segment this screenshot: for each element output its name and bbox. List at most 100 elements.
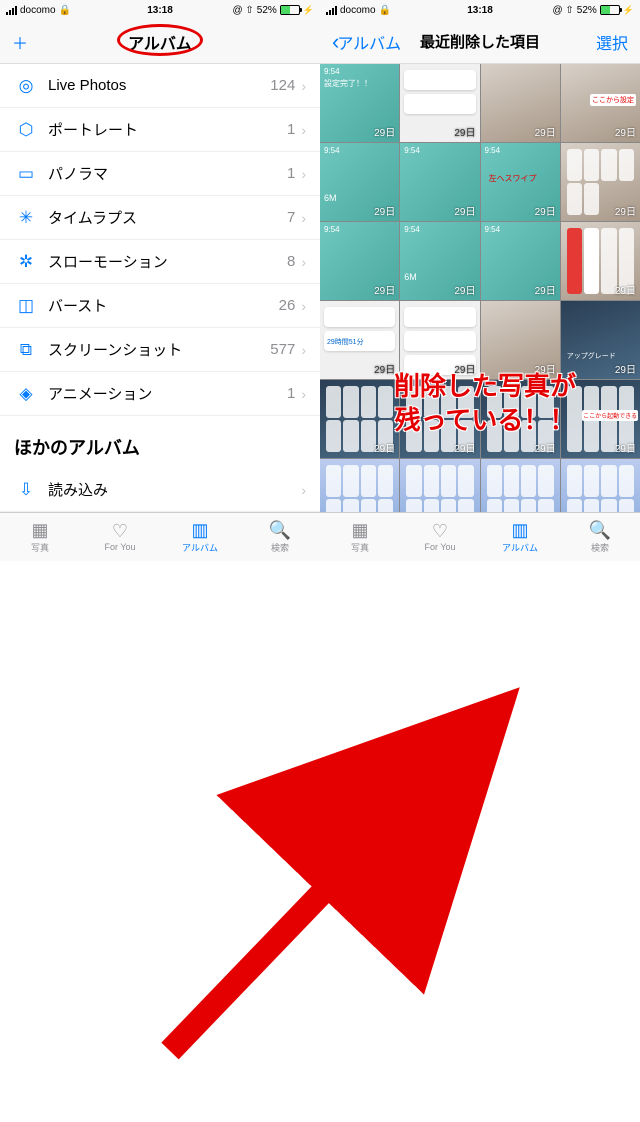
row-count: 26 bbox=[279, 297, 296, 314]
thumb[interactable]: 29日 bbox=[481, 64, 560, 142]
thumb[interactable]: 9:54左へスワイプ29日 bbox=[481, 143, 560, 221]
thumb[interactable]: ここから設定29日 bbox=[561, 64, 640, 142]
row-panorama[interactable]: ▭パノラマ1› bbox=[0, 152, 320, 196]
days-remaining: 29日 bbox=[454, 124, 475, 139]
add-button[interactable]: ＋ bbox=[12, 30, 28, 54]
row-burst[interactable]: ◫バースト26› bbox=[0, 284, 320, 328]
tab-label: アルバム bbox=[502, 541, 538, 554]
days-remaining: 29日 bbox=[615, 203, 636, 218]
nav-title-deleted: 最近削除した項目 bbox=[420, 31, 540, 52]
chevron-right-icon: › bbox=[301, 342, 306, 358]
burst-icon: ◫ bbox=[14, 296, 38, 316]
search-icon: 🔍 bbox=[589, 521, 611, 539]
thumb[interactable]: 29日 bbox=[561, 459, 640, 512]
thumb[interactable]: 29時間51分29日 bbox=[320, 301, 399, 379]
thumb[interactable]: 29日 bbox=[481, 301, 560, 379]
back-label: アルバム bbox=[337, 30, 401, 54]
days-remaining: 29日 bbox=[615, 282, 636, 297]
row-count: 124 bbox=[270, 77, 295, 94]
status-time: 13:18 bbox=[467, 5, 493, 16]
album-list[interactable]: ◎Live Photos124› ⬡ポートレート1› ▭パノラマ1› ✳タイムラ… bbox=[0, 64, 320, 512]
thumb[interactable]: 9:546M29日 bbox=[400, 222, 479, 300]
thumb[interactable]: ここから起動できる29日 bbox=[561, 380, 640, 458]
albums-icon: ▥ bbox=[511, 521, 528, 539]
photo-stack-icon: ▦ bbox=[351, 521, 368, 539]
screenshot-icon: ⧉ bbox=[14, 340, 38, 360]
carrier-label: docomo bbox=[20, 5, 56, 16]
thumb[interactable]: 9:5429日 bbox=[320, 222, 399, 300]
days-remaining: 29日 bbox=[454, 282, 475, 297]
days-remaining: 29日 bbox=[615, 440, 636, 455]
row-import[interactable]: ⇩読み込み› bbox=[0, 468, 320, 512]
tab-label: For You bbox=[104, 542, 135, 552]
tab-label: 検索 bbox=[271, 541, 289, 554]
tab-label: 写真 bbox=[31, 541, 49, 554]
thumb[interactable]: 29日 bbox=[320, 459, 399, 512]
row-count: 1 bbox=[287, 121, 295, 138]
tab-label: For You bbox=[424, 542, 455, 552]
back-button[interactable]: ‹アルバム bbox=[332, 29, 401, 55]
battery-icon bbox=[280, 5, 300, 15]
tab-photos[interactable]: ▦写真 bbox=[0, 513, 80, 561]
search-icon: 🔍 bbox=[269, 521, 291, 539]
signal-icon bbox=[326, 6, 337, 15]
nav-bar-right: ‹アルバム 最近削除した項目 選択 bbox=[320, 20, 640, 64]
row-screenshots[interactable]: ⧉ スクリーンショット577 › bbox=[0, 328, 320, 372]
tab-albums[interactable]: ▥ アルバム bbox=[480, 513, 560, 561]
tab-label: 写真 bbox=[351, 541, 369, 554]
row-count: 577 bbox=[270, 341, 295, 358]
select-button[interactable]: 選択 bbox=[596, 30, 628, 54]
days-remaining: 29日 bbox=[454, 203, 475, 218]
battery-pct: 52% bbox=[577, 5, 597, 16]
row-live-photos[interactable]: ◎Live Photos124› bbox=[0, 64, 320, 108]
thumb[interactable]: 9:5429日 bbox=[400, 143, 479, 221]
photo-grid[interactable]: 9:54設定完了！！29日 29日 29日 ここから設定29日 9:546M29… bbox=[320, 64, 640, 512]
thumb[interactable]: 29日 bbox=[561, 222, 640, 300]
tab-foryou[interactable]: ♡For You bbox=[80, 513, 160, 561]
tab-photos[interactable]: ▦ 写真 bbox=[320, 513, 400, 561]
tab-bar: ▦写真 ♡For You ▥アルバム 🔍 検索 bbox=[0, 512, 320, 561]
row-label: パノラマ bbox=[48, 163, 287, 184]
tab-search[interactable]: 🔍 検索 bbox=[560, 513, 640, 561]
row-animation[interactable]: ◈アニメーション1› bbox=[0, 372, 320, 416]
tab-label: 検索 bbox=[591, 541, 609, 554]
row-label: スローモーション bbox=[48, 251, 287, 272]
signal-icon bbox=[6, 6, 17, 15]
thumb[interactable]: 29日 bbox=[400, 64, 479, 142]
row-slomo[interactable]: ✲スローモーション8› bbox=[0, 240, 320, 284]
thumb[interactable]: 9:5429日 bbox=[481, 222, 560, 300]
days-remaining: 29日 bbox=[615, 124, 636, 139]
days-remaining: 29日 bbox=[374, 282, 395, 297]
animation-icon: ◈ bbox=[14, 384, 38, 404]
row-label: タイムラプス bbox=[48, 207, 287, 228]
row-portrait[interactable]: ⬡ポートレート1› bbox=[0, 108, 320, 152]
days-remaining: 29日 bbox=[374, 203, 395, 218]
tab-bar: ▦ 写真 ♡For You ▥ アルバム 🔍 検索 bbox=[320, 512, 640, 561]
thumb[interactable]: 9:546M29日 bbox=[320, 143, 399, 221]
days-remaining: 29日 bbox=[374, 440, 395, 455]
tab-albums[interactable]: ▥アルバム bbox=[160, 513, 240, 561]
row-count: 1 bbox=[287, 165, 295, 182]
row-label: Live Photos bbox=[48, 77, 270, 94]
status-bar: docomo 🔒 13:18 @ ⇧52%⚡ bbox=[320, 0, 640, 20]
thumb[interactable]: 29日 bbox=[320, 380, 399, 458]
row-timelapse[interactable]: ✳タイムラプス7› bbox=[0, 196, 320, 240]
thumb[interactable]: 29日 bbox=[400, 459, 479, 512]
cube-icon: ⬡ bbox=[14, 120, 38, 140]
row-count: 8 bbox=[287, 253, 295, 270]
row-label: スクリーンショット bbox=[48, 339, 270, 360]
tab-foryou[interactable]: ♡For You bbox=[400, 513, 480, 561]
thumb[interactable]: 29日 bbox=[400, 380, 479, 458]
days-remaining: 29日 bbox=[535, 361, 556, 376]
thumb[interactable]: 29日 bbox=[481, 459, 560, 512]
thumb[interactable]: 29日 bbox=[481, 380, 560, 458]
section-other-albums: ほかのアルバム bbox=[0, 416, 320, 468]
days-remaining: 29日 bbox=[374, 361, 395, 376]
albums-icon: ▥ bbox=[191, 521, 208, 539]
thumb[interactable]: アップグレード29日 bbox=[561, 301, 640, 379]
thumb[interactable]: 29日 bbox=[561, 143, 640, 221]
thumb[interactable]: 29日 bbox=[400, 301, 479, 379]
thumb[interactable]: 9:54設定完了！！29日 bbox=[320, 64, 399, 142]
tab-search[interactable]: 🔍 検索 bbox=[240, 513, 320, 561]
row-count: 7 bbox=[287, 209, 295, 226]
